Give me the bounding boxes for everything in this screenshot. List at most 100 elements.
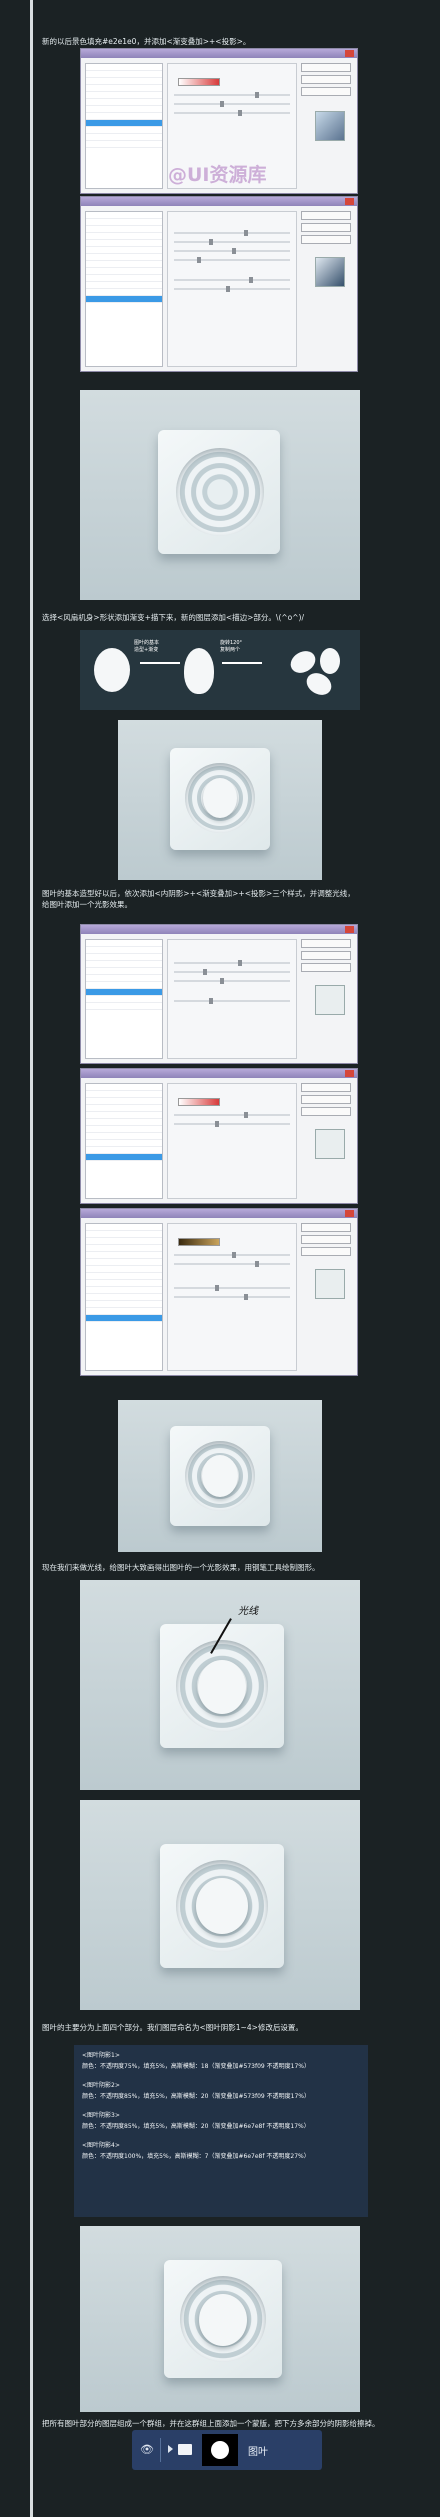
slider[interactable] (174, 1112, 290, 1118)
slider[interactable] (174, 969, 290, 975)
style-item[interactable] (86, 1140, 162, 1147)
style-item[interactable] (86, 1308, 162, 1315)
style-item[interactable] (86, 247, 162, 254)
style-item-selected[interactable] (86, 1315, 162, 1322)
close-icon[interactable] (345, 1210, 354, 1217)
style-item[interactable] (86, 1252, 162, 1259)
style-item[interactable] (86, 64, 162, 71)
style-item[interactable] (86, 141, 162, 148)
slider[interactable] (174, 960, 290, 966)
new-style-button[interactable] (301, 235, 351, 244)
slider[interactable] (174, 1294, 290, 1300)
style-item[interactable] (86, 1084, 162, 1091)
style-item-selected[interactable] (86, 120, 162, 127)
style-item[interactable] (86, 1112, 162, 1119)
style-item[interactable] (86, 113, 162, 120)
style-item[interactable] (86, 1259, 162, 1266)
close-icon[interactable] (345, 50, 354, 57)
ok-button[interactable] (301, 1083, 351, 1092)
close-icon[interactable] (345, 198, 354, 205)
style-item[interactable] (86, 961, 162, 968)
ok-button[interactable] (301, 939, 351, 948)
style-item[interactable] (86, 1119, 162, 1126)
cancel-button[interactable] (301, 1235, 351, 1244)
cancel-button[interactable] (301, 75, 351, 84)
style-item[interactable] (86, 1003, 162, 1010)
style-item[interactable] (86, 1147, 162, 1154)
style-item[interactable] (86, 1105, 162, 1112)
style-item[interactable] (86, 275, 162, 282)
slider[interactable] (174, 978, 290, 984)
style-item[interactable] (86, 1280, 162, 1287)
slider[interactable] (174, 286, 290, 292)
style-item[interactable] (86, 282, 162, 289)
slider[interactable] (174, 257, 290, 263)
style-item[interactable] (86, 226, 162, 233)
style-item[interactable] (86, 127, 162, 134)
gradient-swatch[interactable] (178, 1098, 220, 1106)
slider[interactable] (174, 92, 290, 98)
style-item[interactable] (86, 1238, 162, 1245)
style-item[interactable] (86, 1287, 162, 1294)
gradient-swatch[interactable] (178, 78, 220, 86)
ok-button[interactable] (301, 211, 351, 220)
style-item[interactable] (86, 954, 162, 961)
style-item[interactable] (86, 212, 162, 219)
style-item[interactable] (86, 71, 162, 78)
style-item[interactable] (86, 1224, 162, 1231)
style-item[interactable] (86, 261, 162, 268)
ok-button[interactable] (301, 63, 351, 72)
style-item-selected[interactable] (86, 296, 162, 303)
style-item[interactable] (86, 1294, 162, 1301)
new-style-button[interactable] (301, 1107, 351, 1116)
style-item[interactable] (86, 268, 162, 275)
style-item[interactable] (86, 940, 162, 947)
style-item[interactable] (86, 975, 162, 982)
disclosure-arrow-icon[interactable] (168, 2445, 173, 2453)
slider[interactable] (174, 110, 290, 116)
style-item[interactable] (86, 1091, 162, 1098)
style-item[interactable] (86, 1231, 162, 1238)
style-item[interactable] (86, 85, 162, 92)
slider[interactable] (174, 1261, 290, 1267)
new-style-button[interactable] (301, 1247, 351, 1256)
style-item[interactable] (86, 996, 162, 1003)
slider[interactable] (174, 230, 290, 236)
close-icon[interactable] (345, 1070, 354, 1077)
eye-icon[interactable]: 👁 (140, 2443, 154, 2456)
style-item[interactable] (86, 106, 162, 113)
style-item[interactable] (86, 1266, 162, 1273)
new-style-button[interactable] (301, 87, 351, 96)
style-item[interactable] (86, 92, 162, 99)
style-item[interactable] (86, 1301, 162, 1308)
style-item[interactable] (86, 254, 162, 261)
style-item[interactable] (86, 982, 162, 989)
slider[interactable] (174, 248, 290, 254)
style-item[interactable] (86, 1133, 162, 1140)
style-item[interactable] (86, 1126, 162, 1133)
style-item[interactable] (86, 219, 162, 226)
style-item[interactable] (86, 233, 162, 240)
style-item[interactable] (86, 134, 162, 141)
style-item[interactable] (86, 1098, 162, 1105)
cancel-button[interactable] (301, 223, 351, 232)
slider[interactable] (174, 277, 290, 283)
ok-button[interactable] (301, 1223, 351, 1232)
style-item[interactable] (86, 78, 162, 85)
mask-thumbnail[interactable] (202, 2434, 238, 2466)
style-item-selected[interactable] (86, 1154, 162, 1161)
style-item[interactable] (86, 1273, 162, 1280)
layers-panel-row[interactable]: 👁 图叶 (132, 2430, 322, 2470)
slider[interactable] (174, 998, 290, 1004)
gradient-swatch[interactable] (178, 1238, 220, 1246)
style-item[interactable] (86, 968, 162, 975)
new-style-button[interactable] (301, 963, 351, 972)
style-item[interactable] (86, 240, 162, 247)
style-item[interactable] (86, 947, 162, 954)
slider[interactable] (174, 101, 290, 107)
cancel-button[interactable] (301, 1095, 351, 1104)
close-icon[interactable] (345, 926, 354, 933)
style-item[interactable] (86, 1245, 162, 1252)
style-item-selected[interactable] (86, 989, 162, 996)
slider[interactable] (174, 239, 290, 245)
